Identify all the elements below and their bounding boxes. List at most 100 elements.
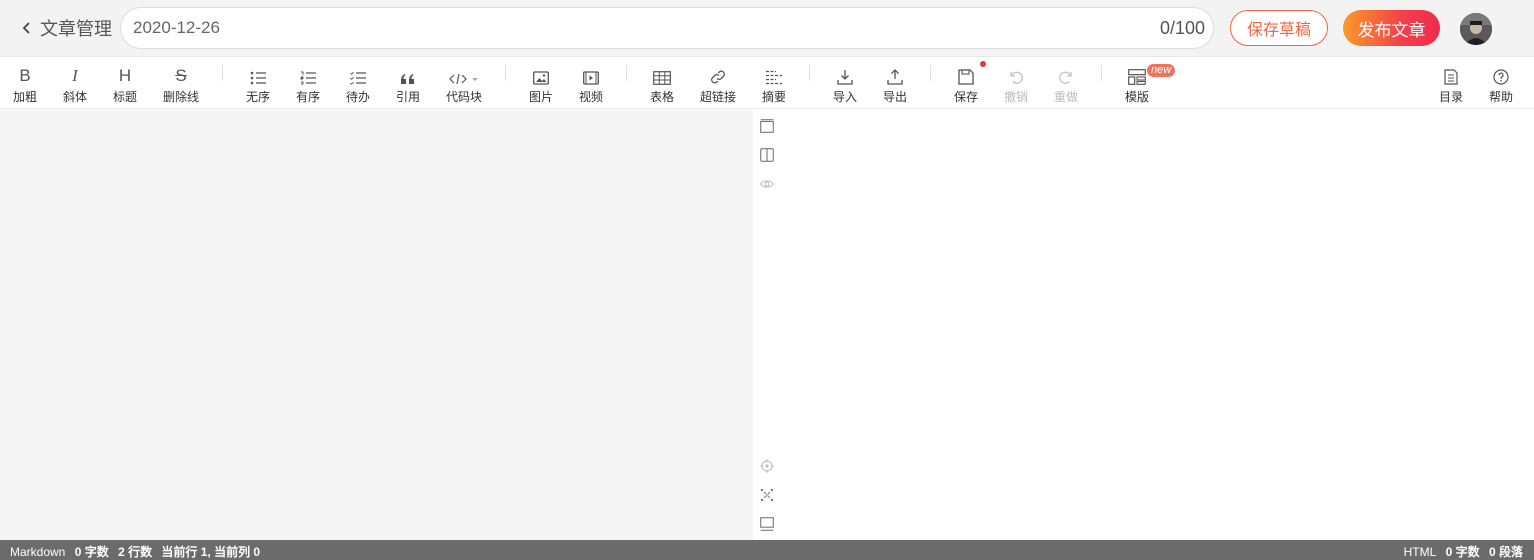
italic-button[interactable]: I 斜体 xyxy=(62,57,88,109)
toolbar-divider xyxy=(222,65,223,81)
toolbar-divider xyxy=(930,65,931,81)
toolbar-divider xyxy=(626,65,627,81)
sync-scroll-icon[interactable] xyxy=(760,488,774,502)
help-icon xyxy=(1493,69,1509,85)
save-draft-button[interactable]: 保存草稿 xyxy=(1230,10,1328,46)
title-char-count: 0/100 xyxy=(1159,18,1205,38)
heading-icon: H xyxy=(118,66,132,85)
html-preview xyxy=(753,110,1534,540)
help-label: 帮助 xyxy=(1488,90,1513,104)
codeblock-button[interactable]: 代码块 xyxy=(446,57,482,109)
toolbar-divider xyxy=(1101,65,1102,81)
image-button[interactable]: 图片 xyxy=(528,57,554,109)
toc-icon xyxy=(1444,69,1458,85)
import-label: 导入 xyxy=(832,90,857,104)
italic-icon: I xyxy=(72,66,78,85)
code-icon xyxy=(449,73,478,85)
video-icon xyxy=(583,71,599,85)
unsaved-dot xyxy=(980,61,986,67)
status-mode: Markdown xyxy=(10,545,66,559)
status-preview-char-count: 0 字数 xyxy=(1445,545,1480,559)
split-view-icon[interactable] xyxy=(760,148,774,162)
bold-label: 加粗 xyxy=(12,90,37,104)
unordered-list-label: 无序 xyxy=(245,90,270,104)
status-cursor-position: 当前行 1, 当前列 0 xyxy=(161,545,261,559)
unordered-list-icon xyxy=(250,71,266,85)
redo-icon xyxy=(1059,71,1072,84)
summary-button[interactable]: 摘要 xyxy=(761,57,787,109)
help-button[interactable]: 帮助 xyxy=(1488,57,1514,109)
redo-label: 重做 xyxy=(1053,90,1078,104)
strikethrough-button[interactable]: S 删除线 xyxy=(162,57,200,109)
toolbar: B 加粗 I 斜体 H 标题 S 删除线 无序 有序 待办 引用 代码块 图片 xyxy=(0,57,1534,109)
status-right: HTML 0 字数 0 段落 xyxy=(1404,543,1523,560)
redo-button[interactable]: 重做 xyxy=(1053,57,1079,109)
export-label: 导出 xyxy=(882,90,907,104)
status-left: Markdown 0 字数 2 行数 当前行 1, 当前列 0 xyxy=(10,543,260,560)
strikethrough-icon: S xyxy=(175,66,187,85)
summary-label: 摘要 xyxy=(761,90,786,104)
toolbar-divider xyxy=(809,65,810,81)
ordered-list-label: 有序 xyxy=(295,90,320,104)
ordered-list-button[interactable]: 有序 xyxy=(295,57,321,109)
table-button[interactable]: 表格 xyxy=(649,57,675,109)
bold-button[interactable]: B 加粗 xyxy=(12,57,38,109)
editor-only-icon[interactable] xyxy=(760,119,774,133)
toc-label: 目录 xyxy=(1438,90,1463,104)
export-icon xyxy=(887,69,903,85)
back-label: 文章管理 xyxy=(40,19,112,39)
heading-label: 标题 xyxy=(112,90,137,104)
italic-label: 斜体 xyxy=(62,90,87,104)
video-button[interactable]: 视频 xyxy=(578,57,604,109)
ordered-list-icon xyxy=(300,71,316,85)
template-button[interactable]: 模版 xyxy=(1124,57,1150,109)
link-label: 超链接 xyxy=(699,90,736,104)
codeblock-label: 代码块 xyxy=(446,90,483,104)
save-button[interactable]: 保存 xyxy=(953,57,979,109)
locate-icon[interactable] xyxy=(760,459,774,473)
link-icon xyxy=(711,70,725,84)
fullscreen-preview-icon[interactable] xyxy=(760,517,774,531)
undo-label: 撤销 xyxy=(1003,90,1028,104)
header: 文章管理 0/100 保存草稿 发布文章 xyxy=(0,0,1534,57)
video-label: 视频 xyxy=(578,90,603,104)
image-icon xyxy=(533,71,549,85)
status-bar: Markdown 0 字数 2 行数 当前行 1, 当前列 0 HTML 0 字… xyxy=(0,540,1534,560)
title-input[interactable] xyxy=(133,8,1123,48)
bold-icon: B xyxy=(19,66,31,85)
status-char-count: 0 字数 xyxy=(74,545,109,559)
markdown-editor[interactable] xyxy=(0,110,753,540)
checklist-icon xyxy=(350,71,366,85)
chevron-left-icon xyxy=(22,22,30,34)
title-field: 0/100 xyxy=(120,7,1214,49)
todo-label: 待办 xyxy=(345,90,370,104)
status-line-count: 2 行数 xyxy=(118,545,153,559)
unordered-list-button[interactable]: 无序 xyxy=(245,57,271,109)
template-icon xyxy=(1128,69,1146,85)
new-badge: new xyxy=(1147,64,1176,77)
status-paragraph-count: 0 段落 xyxy=(1488,545,1523,559)
save-icon xyxy=(958,69,974,85)
table-label: 表格 xyxy=(649,90,674,104)
preview-eye-icon[interactable] xyxy=(760,177,774,191)
heading-button[interactable]: H 标题 xyxy=(112,57,138,109)
quote-icon xyxy=(401,74,414,84)
avatar[interactable] xyxy=(1460,13,1492,45)
todo-button[interactable]: 待办 xyxy=(345,57,371,109)
quote-button[interactable]: 引用 xyxy=(395,57,421,109)
import-button[interactable]: 导入 xyxy=(832,57,858,109)
link-button[interactable]: 超链接 xyxy=(699,57,737,109)
user-avatar-icon xyxy=(1460,13,1492,45)
undo-button[interactable]: 撤销 xyxy=(1003,57,1029,109)
summary-icon xyxy=(766,70,782,85)
image-label: 图片 xyxy=(528,90,553,104)
back-link[interactable]: 文章管理 xyxy=(20,14,112,42)
export-button[interactable]: 导出 xyxy=(882,57,908,109)
template-label: 模版 xyxy=(1124,90,1149,104)
publish-button[interactable]: 发布文章 xyxy=(1343,10,1440,46)
import-icon xyxy=(837,70,853,85)
toolbar-divider xyxy=(505,65,506,81)
toc-button[interactable]: 目录 xyxy=(1438,57,1464,109)
undo-icon xyxy=(1010,71,1023,84)
table-icon xyxy=(653,71,671,85)
